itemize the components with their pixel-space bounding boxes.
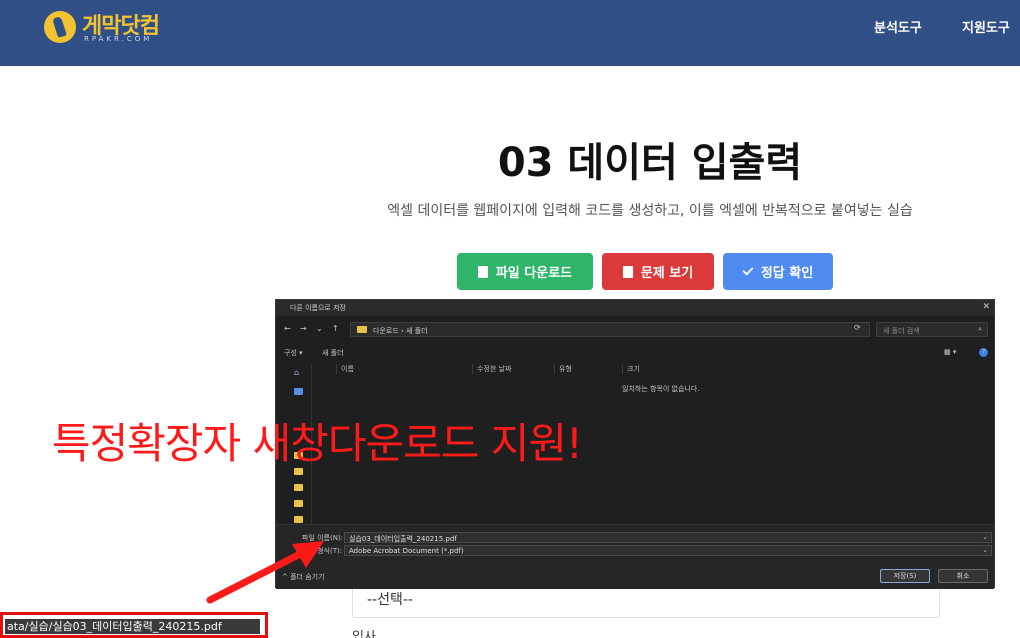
file-download-label: 파일 다운로드 xyxy=(495,266,573,281)
chevron-down-icon: ⌄ xyxy=(982,546,988,554)
dialog-address-bar: ← → ⌄ ↑ 다운로드 › 새 폴더 ⟳ 새 폴더 검색 ⌕ xyxy=(276,320,994,340)
sidebar-folder-icon[interactable] xyxy=(294,500,303,507)
empty-list-message: 일치하는 항목이 없습니다. xyxy=(622,385,700,393)
check-answer-label: 정답 확인 xyxy=(760,266,814,281)
nav-analysis-tools[interactable]: 분석도구 xyxy=(874,17,922,36)
refresh-icon[interactable]: ⟳ xyxy=(854,323,861,332)
column-size[interactable]: 크기 xyxy=(622,364,640,374)
close-icon[interactable]: ✕ xyxy=(982,302,990,312)
nav-support-tools[interactable]: 지원도구 xyxy=(962,17,1010,36)
organize-menu[interactable]: 구성 ▾ xyxy=(284,348,303,358)
save-button[interactable]: 저장(S) xyxy=(880,569,930,583)
search-placeholder: 새 폴더 검색 xyxy=(883,327,920,335)
page: 게막닷컴 RPAKR.COM 분석도구 지원도구 03 데이터 입출력 엑셀 데… xyxy=(0,0,1020,638)
column-modified[interactable]: 수정한 날짜 xyxy=(472,364,511,374)
file-download-button[interactable]: 파일 다운로드 xyxy=(457,253,593,290)
page-title: 03 데이터 입출력 xyxy=(497,140,803,186)
view-problem-button[interactable]: 문제 보기 xyxy=(602,253,714,290)
gallery-icon[interactable] xyxy=(294,388,303,395)
forward-arrow-icon[interactable]: → xyxy=(300,324,307,333)
check-icon xyxy=(742,263,754,276)
back-arrow-icon[interactable]: ← xyxy=(284,324,291,333)
cancel-button[interactable]: 취소 xyxy=(938,569,988,583)
check-answer-button[interactable]: 정답 확인 xyxy=(723,253,833,290)
path-input[interactable]: 다운로드 › 새 폴더 xyxy=(350,322,870,337)
option-select-value: --선택-- xyxy=(367,592,413,608)
dialog-title: 다른 이름으로 저장 xyxy=(290,304,346,312)
file-list-header: 이름 수정한 날짜 유형 크기 xyxy=(322,364,942,376)
help-icon[interactable]: ? xyxy=(979,348,988,357)
site-header: 게막닷컴 RPAKR.COM 분석도구 지원도구 xyxy=(0,0,1020,66)
site-logo[interactable]: 게막닷컴 RPAKR.COM xyxy=(44,8,204,48)
field-label: 입사 xyxy=(352,630,376,638)
download-path-highlight: ata/실습/실습03_데이터입출력_240215.pdf xyxy=(0,612,268,638)
view-problem-label: 문제 보기 xyxy=(640,266,694,281)
arrow-shaft xyxy=(206,546,312,604)
home-icon[interactable]: ⌂ xyxy=(294,368,299,377)
column-type[interactable]: 유형 xyxy=(554,364,572,374)
filetype-value: Adobe Acrobat Document (*.pdf) xyxy=(349,547,464,555)
column-name[interactable]: 이름 xyxy=(336,364,354,374)
logo-subtext: RPAKR.COM xyxy=(84,35,153,43)
sidebar-folder-icon[interactable] xyxy=(294,484,303,491)
filename-input[interactable]: 실습03_데이터입출력_240215.pdf ⌄ xyxy=(344,532,992,543)
download-path-text[interactable]: ata/실습/실습03_데이터입출력_240215.pdf xyxy=(5,619,260,634)
dialog-titlebar: 다른 이름으로 저장 ✕ xyxy=(276,300,994,316)
search-icon: ⌕ xyxy=(978,325,982,333)
path-text: 다운로드 › 새 폴더 xyxy=(373,327,428,335)
folder-icon xyxy=(357,326,367,333)
sidebar-folder-icon[interactable] xyxy=(294,516,303,523)
logo-icon xyxy=(44,11,76,43)
annotation-caption: 특정확장자 새창다운로드 지원! xyxy=(52,419,583,468)
dialog-command-bar: 구성 ▾ 새 폴더 ▦ ▾ ? xyxy=(276,346,994,360)
recent-chevron-icon[interactable]: ⌄ xyxy=(316,324,323,333)
dialog-footer: 파일 이름(N): 실습03_데이터입출력_240215.pdf ⌄ 파일 형식… xyxy=(276,524,994,589)
pdf-icon xyxy=(622,265,633,278)
filetype-select[interactable]: Adobe Acrobat Document (*.pdf) ⌄ xyxy=(344,545,992,556)
file-icon xyxy=(477,265,488,278)
new-folder-button[interactable]: 새 폴더 xyxy=(322,348,344,358)
chevron-down-icon: ⌄ xyxy=(982,533,988,541)
annotation-arrow xyxy=(206,541,324,604)
filename-value: 실습03_데이터입출력_240215.pdf xyxy=(349,535,457,543)
view-options-icon[interactable]: ▦ ▾ xyxy=(944,348,956,356)
up-arrow-icon[interactable]: ↑ xyxy=(332,324,339,333)
page-subtitle: 엑셀 데이터를 웹페이지에 입력해 코드를 생성하고, 이를 엑셀에 반복적으로… xyxy=(387,203,913,219)
dialog-search-input[interactable]: 새 폴더 검색 ⌕ xyxy=(876,322,988,337)
